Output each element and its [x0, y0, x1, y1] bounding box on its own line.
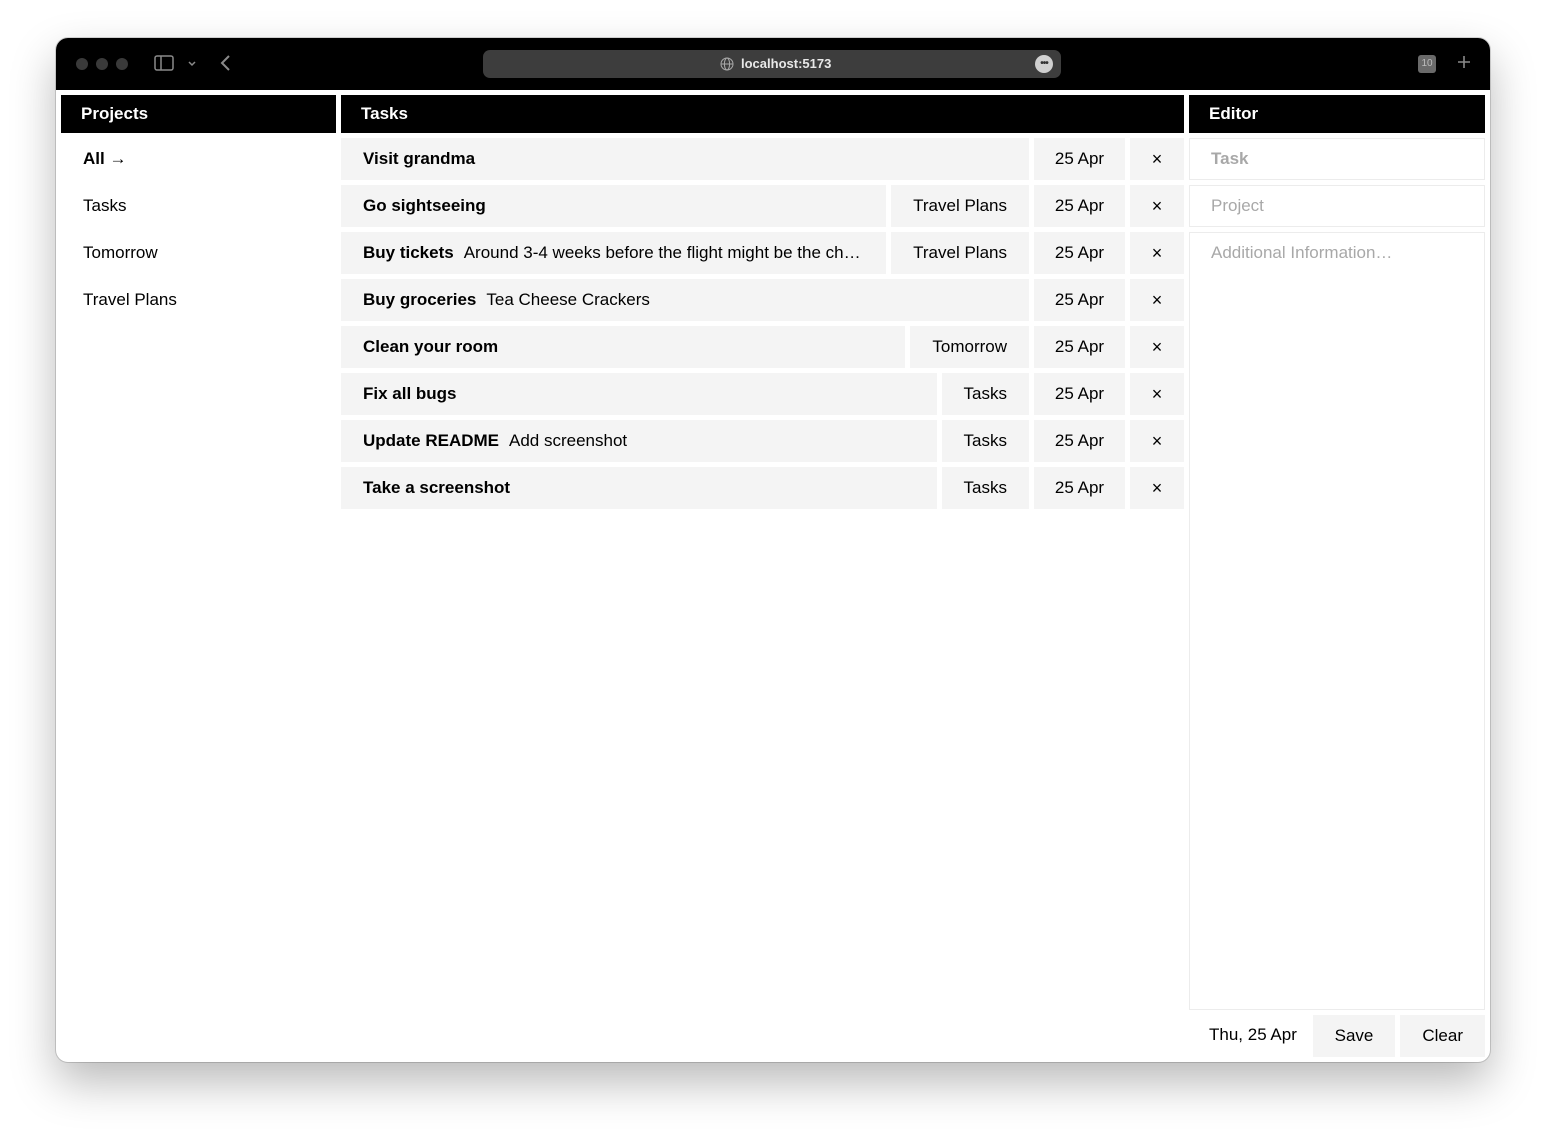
- task-row[interactable]: Buy tickets Around 3-4 weeks before the f…: [341, 232, 1184, 274]
- task-row[interactable]: Go sightseeing Travel Plans 25 Apr ×: [341, 185, 1184, 227]
- task-title: Fix all bugs: [363, 384, 457, 403]
- task-row[interactable]: Clean your room Tomorrow 25 Apr ×: [341, 326, 1184, 368]
- close-window-button[interactable]: [76, 58, 88, 70]
- editor-panel: Thu, 25 Apr Save Clear: [1189, 138, 1485, 1057]
- delete-task-button[interactable]: ×: [1130, 138, 1184, 180]
- project-item[interactable]: Travel Plans: [61, 279, 336, 326]
- sidebar-icon[interactable]: [154, 55, 174, 71]
- task-list: Visit grandma 25 Apr × Go sightseeing Travel…: [341, 138, 1184, 514]
- task-date: 25 Apr: [1034, 326, 1125, 368]
- project-item[interactable]: Tasks: [61, 185, 336, 232]
- url-text: localhost:5173: [741, 56, 832, 71]
- task-project-tag[interactable]: Tasks: [941, 420, 1029, 462]
- project-item[interactable]: All →: [61, 138, 336, 185]
- task-title: Visit grandma: [363, 149, 476, 168]
- task-date: 25 Apr: [1034, 185, 1125, 227]
- delete-task-button[interactable]: ×: [1130, 373, 1184, 415]
- delete-task-button[interactable]: ×: [1130, 326, 1184, 368]
- delete-task-button[interactable]: ×: [1130, 279, 1184, 321]
- browser-window: localhost:5173 ••• 10 Projects Tasks Edi…: [56, 38, 1490, 1062]
- delete-task-button[interactable]: ×: [1130, 420, 1184, 462]
- task-title-cell[interactable]: Update README Add screenshot: [341, 420, 937, 462]
- task-row[interactable]: Buy groceries Tea Cheese Crackers 25 Apr ×: [341, 279, 1184, 321]
- projects-header: Projects: [61, 95, 336, 133]
- task-project-tag[interactable]: Travel Plans: [891, 232, 1029, 274]
- task-row[interactable]: Update README Add screenshot Tasks 25 Apr ×: [341, 420, 1184, 462]
- task-date: 25 Apr: [1034, 420, 1125, 462]
- task-title-cell[interactable]: Buy tickets Around 3-4 weeks before the f…: [341, 232, 887, 274]
- delete-task-button[interactable]: ×: [1130, 232, 1184, 274]
- delete-task-button[interactable]: ×: [1130, 185, 1184, 227]
- task-title-cell[interactable]: Take a screenshot: [341, 467, 937, 509]
- task-input[interactable]: [1189, 138, 1485, 180]
- task-note: Add screenshot: [509, 431, 628, 450]
- browser-toolbar: localhost:5173 ••• 10: [56, 38, 1490, 90]
- clear-button[interactable]: Clear: [1400, 1015, 1485, 1057]
- tasks-header: Tasks: [341, 95, 1184, 133]
- editor-date: Thu, 25 Apr: [1209, 1025, 1297, 1044]
- more-icon[interactable]: •••: [1035, 55, 1053, 73]
- zoom-window-button[interactable]: [116, 58, 128, 70]
- task-title-cell[interactable]: Clean your room: [341, 326, 906, 368]
- task-date: 25 Apr: [1034, 279, 1125, 321]
- task-title: Update README: [363, 431, 500, 450]
- task-title-cell[interactable]: Go sightseeing: [341, 185, 887, 227]
- task-row[interactable]: Fix all bugs Tasks 25 Apr ×: [341, 373, 1184, 415]
- chevron-down-icon[interactable]: [186, 57, 198, 69]
- task-project-tag[interactable]: Travel Plans: [891, 185, 1029, 227]
- task-row[interactable]: Take a screenshot Tasks 25 Apr ×: [341, 467, 1184, 509]
- task-date: 25 Apr: [1034, 138, 1125, 180]
- task-note: Around 3-4 weeks before the flight might…: [463, 243, 886, 262]
- task-title: Take a screenshot: [363, 478, 511, 497]
- new-tab-icon[interactable]: [1456, 54, 1472, 70]
- task-title: Buy tickets: [363, 243, 454, 262]
- task-title-cell[interactable]: Fix all bugs: [341, 373, 937, 415]
- address-bar[interactable]: localhost:5173 •••: [483, 50, 1061, 78]
- task-project-tag[interactable]: Tasks: [941, 373, 1029, 415]
- additional-info-textarea[interactable]: [1189, 232, 1485, 1010]
- minimize-window-button[interactable]: [96, 58, 108, 70]
- project-item[interactable]: Tomorrow: [61, 232, 336, 279]
- project-input[interactable]: [1189, 185, 1485, 227]
- task-date: 25 Apr: [1034, 373, 1125, 415]
- delete-task-button[interactable]: ×: [1130, 467, 1184, 509]
- task-date: 25 Apr: [1034, 467, 1125, 509]
- globe-icon: [720, 57, 734, 71]
- project-list: All → Tasks Tomorrow Travel Plans: [61, 138, 336, 326]
- task-title: Go sightseeing: [363, 196, 486, 215]
- back-arrow-icon[interactable]: [218, 53, 234, 73]
- app-content: Projects Tasks Editor All → Tasks Tomorrow…: [56, 90, 1490, 1062]
- task-title-cell[interactable]: Visit grandma: [341, 138, 1029, 180]
- task-project-tag[interactable]: Tomorrow: [910, 326, 1029, 368]
- task-note: Tea Cheese Crackers: [486, 290, 650, 309]
- task-project-tag[interactable]: Tasks: [941, 467, 1029, 509]
- save-button[interactable]: Save: [1312, 1015, 1396, 1057]
- task-title: Clean your room: [363, 337, 499, 356]
- editor-footer: Thu, 25 Apr Save Clear: [1189, 1015, 1485, 1057]
- tab-overview-button[interactable]: 10: [1418, 55, 1436, 73]
- task-title: Buy groceries: [363, 290, 477, 309]
- task-title-cell[interactable]: Buy groceries Tea Cheese Crackers: [341, 279, 1029, 321]
- task-row[interactable]: Visit grandma 25 Apr ×: [341, 138, 1184, 180]
- task-date: 25 Apr: [1034, 232, 1125, 274]
- editor-header: Editor: [1189, 95, 1485, 133]
